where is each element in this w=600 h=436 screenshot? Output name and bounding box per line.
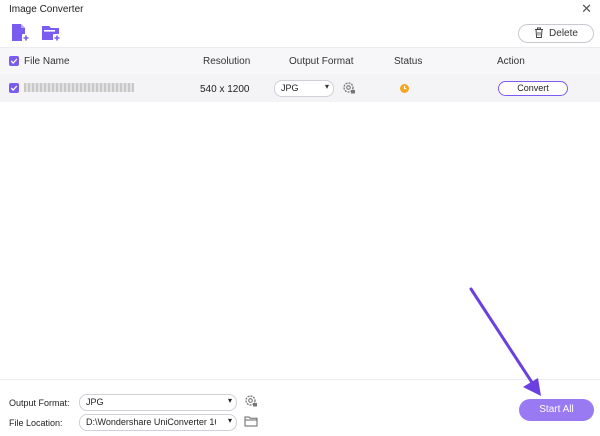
folder-add-icon[interactable] (40, 22, 62, 44)
toolbar: Delete (0, 20, 600, 46)
start-all-button[interactable]: Start All (519, 399, 594, 421)
row-checkbox[interactable] (9, 83, 19, 93)
delete-button[interactable]: Delete (518, 24, 594, 43)
file-location-value: D:\Wondershare UniConverter 16\Im (86, 417, 216, 427)
file-name-redacted (24, 83, 134, 92)
table-header: File Name Resolution Output Format Statu… (0, 47, 600, 75)
header-action: Action (497, 56, 525, 67)
select-all-checkbox[interactable] (9, 56, 19, 66)
folder-open-icon[interactable] (244, 415, 258, 429)
row-format-value: JPG (281, 83, 299, 93)
chevron-down-icon: ▾ (227, 416, 232, 425)
header-file-name: File Name (24, 56, 70, 67)
convert-button[interactable]: Convert (498, 81, 568, 96)
close-icon[interactable]: ✕ (581, 1, 592, 17)
window-title: Image Converter (9, 4, 84, 15)
header-resolution: Resolution (203, 56, 251, 67)
output-format-select[interactable]: JPG ▾ (79, 394, 237, 411)
title-bar: Image Converter ✕ (0, 0, 600, 20)
table-row[interactable]: 540 x 1200 JPG ▾ Convert (0, 74, 600, 102)
header-status: Status (394, 56, 423, 67)
output-format-label: Output Format: (9, 398, 70, 408)
trash-icon (534, 27, 544, 41)
row-resolution: 540 x 1200 (200, 84, 250, 95)
file-location-select[interactable]: D:\Wondershare UniConverter 16\Im ▾ (79, 414, 237, 431)
delete-label: Delete (549, 28, 578, 39)
output-format-value: JPG (86, 397, 104, 407)
chevron-down-icon: ▾ (324, 82, 329, 91)
header-output-format: Output Format (289, 56, 354, 67)
row-format-select[interactable]: JPG ▾ (274, 80, 334, 97)
file-add-icon[interactable] (9, 22, 31, 44)
output-settings-gear-icon[interactable] (244, 394, 258, 410)
chevron-down-icon: ▾ (227, 396, 232, 405)
footer-bar: Output Format: JPG ▾ File Location: D:\W… (0, 379, 600, 436)
file-location-label: File Location: (9, 418, 63, 428)
clock-pending-icon (400, 84, 409, 93)
format-settings-gear-icon[interactable] (342, 81, 356, 98)
